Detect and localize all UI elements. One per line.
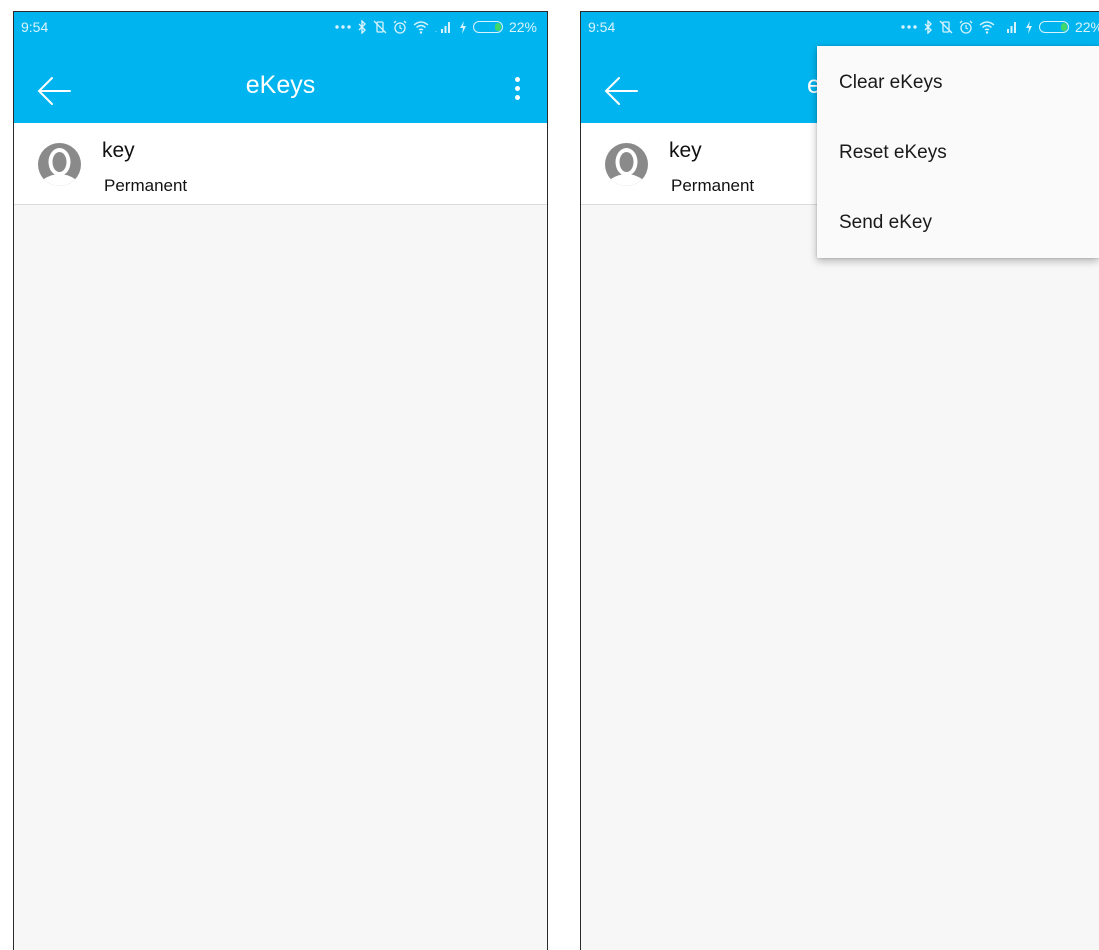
more-dots-icon [901, 25, 917, 29]
ekey-list-item[interactable]: key Permanent [14, 123, 547, 205]
alarm-icon [959, 20, 973, 34]
status-icons: 22% [901, 16, 1099, 38]
wifi-icon [979, 20, 995, 34]
person-avatar-icon [605, 143, 648, 186]
app-bar: 9:54 . 22% eKeys [14, 12, 547, 123]
status-bar: 9:54 . 22% [14, 12, 547, 44]
arrow-left-icon [604, 77, 638, 105]
ekey-name: key [669, 139, 702, 162]
menu-item-clear-ekeys[interactable]: Clear eKeys [817, 48, 1099, 118]
status-icons: . 22% [335, 16, 537, 38]
page-title: eKeys [245, 71, 316, 99]
signal-icon: . [435, 22, 450, 33]
more-vert-icon [515, 77, 520, 82]
battery-icon [472, 21, 503, 33]
bluetooth-icon [358, 20, 366, 34]
signal-icon [1006, 22, 1016, 33]
overflow-popup-menu: Clear eKeys Reset eKeys Send eKey [817, 46, 1099, 258]
status-bar: 9:54 22% [581, 12, 1099, 44]
ekey-validity: Permanent [104, 176, 188, 195]
more-dots-icon [335, 25, 351, 29]
menu-item-reset-ekeys[interactable]: Reset eKeys [817, 118, 1099, 188]
ekey-validity: Permanent [671, 176, 755, 195]
menu-item-send-ekey[interactable]: Send eKey [817, 188, 1099, 258]
status-time: 9:54 [588, 19, 616, 35]
vibrate-off-icon [373, 20, 387, 34]
bluetooth-icon [924, 20, 932, 34]
back-button[interactable] [603, 74, 643, 108]
status-time: 9:54 [21, 19, 49, 35]
battery-percent: 22% [508, 19, 537, 35]
wifi-icon [413, 20, 429, 34]
charging-icon [1025, 20, 1032, 34]
vibrate-off-icon [939, 20, 953, 34]
ekey-name: key [102, 139, 135, 162]
alarm-icon [393, 20, 407, 34]
left-phone-screen: 9:54 . 22% eKeys key Permanent [13, 11, 548, 950]
charging-icon [459, 20, 466, 34]
battery-percent: 22% [1074, 19, 1099, 35]
overflow-menu-button[interactable] [507, 72, 527, 106]
person-avatar-icon [38, 143, 81, 186]
svg-text:.: . [435, 25, 437, 33]
battery-icon [1038, 21, 1069, 33]
